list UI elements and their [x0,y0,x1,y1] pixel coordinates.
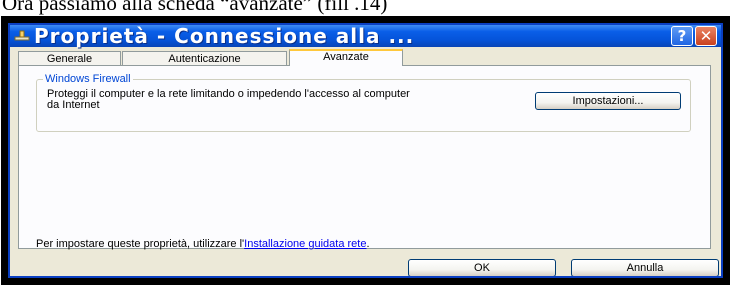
close-icon: ✕ [699,27,713,45]
properties-dialog: Proprietà - Connessione alla ... ? ✕ Gen… [8,23,723,278]
screenshot-frame: Proprietà - Connessione alla ... ? ✕ Gen… [1,16,730,285]
tab-panel-avanzate: Windows Firewall Proteggi il computer e … [18,65,711,249]
windows-firewall-group: Windows Firewall Proteggi il computer e … [36,72,691,132]
title-bar[interactable]: Proprietà - Connessione alla ... ? ✕ [10,25,721,47]
firewall-description: Proteggi il computer e la rete limitando… [47,88,410,111]
help-button[interactable]: ? [671,26,693,46]
cancel-button[interactable]: Annulla [571,259,719,276]
document-caption: Ora passiamo alla scheda “avanzate” (fil… [2,0,388,15]
footer-hint: Per impostare queste proprietà, utilizza… [36,237,370,251]
tab-autenticazione[interactable]: Autenticazione [122,51,287,65]
network-setup-wizard-link[interactable]: Installazione guidata rete [244,238,366,250]
footer-text: Per impostare queste proprietà, utilizza… [36,238,245,250]
tab-generale[interactable]: Generale [18,51,121,65]
tab-avanzate[interactable]: Avanzate [289,49,403,66]
footer-period: . [366,238,370,250]
ok-button[interactable]: OK [408,259,556,276]
settings-button[interactable]: Impostazioni... [535,92,681,110]
group-title: Windows Firewall [43,72,133,86]
network-connection-icon [14,30,30,41]
window-title: Proprietà - Connessione alla ... [34,24,415,48]
close-button[interactable]: ✕ [695,26,717,46]
page: Ora passiamo alla scheda “avanzate” (fil… [0,0,731,287]
